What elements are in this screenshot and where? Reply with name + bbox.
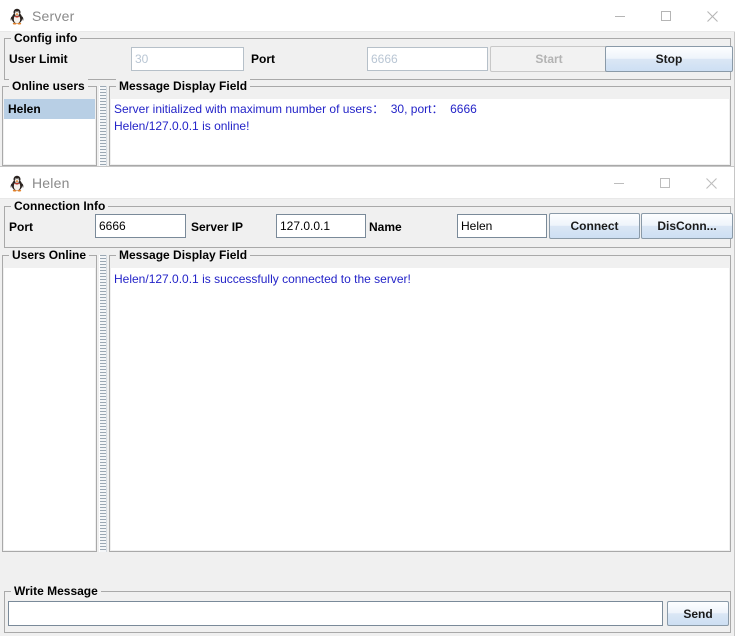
config-info-title: Config info <box>11 31 81 45</box>
client-message-area[interactable]: Helen/127.0.0.1 is successfully connecte… <box>111 268 729 550</box>
client-window-controls <box>596 167 734 199</box>
online-users-group: Online users Helen <box>2 79 97 166</box>
server-ip-input[interactable] <box>276 214 366 238</box>
users-online-list[interactable] <box>4 268 95 550</box>
client-split-divider[interactable] <box>99 255 107 552</box>
server-window-title: Server <box>32 7 75 24</box>
screen: Server Config info User Limit 30 Port 66… <box>0 0 735 636</box>
close-icon[interactable] <box>688 167 734 199</box>
stop-button[interactable]: Stop <box>605 46 733 72</box>
start-button[interactable]: Start <box>490 46 608 72</box>
users-online-group: Users Online <box>2 248 97 552</box>
client-window: Helen Connection Info Port 6666 Server I… <box>0 166 735 636</box>
send-button[interactable]: Send <box>667 601 729 626</box>
client-port-input[interactable] <box>95 214 186 238</box>
server-message-display-group: Message Display Field Server initialized… <box>109 79 731 166</box>
name-label: Name <box>369 220 402 234</box>
server-message-area[interactable]: Server initialized with maximum number o… <box>111 99 729 164</box>
online-users-title: Online users <box>9 79 88 93</box>
server-split-divider[interactable] <box>99 86 107 166</box>
write-message-group: Write Message Send <box>4 584 731 633</box>
server-message-display-title: Message Display Field <box>116 79 251 93</box>
server-window: Server Config info User Limit 30 Port 66… <box>0 0 735 170</box>
name-input[interactable] <box>457 214 547 238</box>
minimize-icon[interactable] <box>596 167 642 199</box>
message-line: Server initialized with maximum number o… <box>114 102 477 116</box>
list-item[interactable]: Helen <box>4 99 95 119</box>
connection-info-group: Connection Info Port Server IP Name Conn… <box>4 199 733 248</box>
penguin-app-icon <box>8 174 26 192</box>
message-line: Helen/127.0.0.1 is online! <box>114 119 250 133</box>
server-titlebar[interactable]: Server <box>0 0 735 32</box>
close-icon[interactable] <box>689 0 735 32</box>
write-message-title: Write Message <box>11 584 101 598</box>
penguin-app-icon <box>8 7 26 25</box>
user-limit-label: User Limit <box>9 52 68 66</box>
maximize-icon[interactable] <box>643 0 689 32</box>
connect-button[interactable]: Connect <box>549 213 640 239</box>
server-ip-label: Server IP <box>191 220 244 234</box>
write-message-input[interactable] <box>8 601 663 626</box>
server-window-controls <box>597 0 735 32</box>
client-window-title: Helen <box>32 174 70 191</box>
maximize-icon[interactable] <box>642 167 688 199</box>
user-limit-input[interactable] <box>131 47 244 71</box>
client-message-display-title: Message Display Field <box>116 248 251 262</box>
port-label: Port <box>251 52 275 66</box>
server-port-input[interactable] <box>367 47 488 71</box>
online-users-list[interactable]: Helen <box>4 99 95 164</box>
message-line: Helen/127.0.0.1 is successfully connecte… <box>114 272 411 286</box>
connection-info-title: Connection Info <box>11 199 109 213</box>
users-online-title: Users Online <box>9 248 90 262</box>
client-port-label: Port <box>9 220 33 234</box>
disconnect-button[interactable]: DisConn... <box>641 213 733 239</box>
minimize-icon[interactable] <box>597 0 643 32</box>
client-titlebar[interactable]: Helen <box>0 167 734 199</box>
client-message-display-group: Message Display Field Helen/127.0.0.1 is… <box>109 248 731 552</box>
config-info-group: Config info User Limit Port Start Stop <box>4 31 733 80</box>
